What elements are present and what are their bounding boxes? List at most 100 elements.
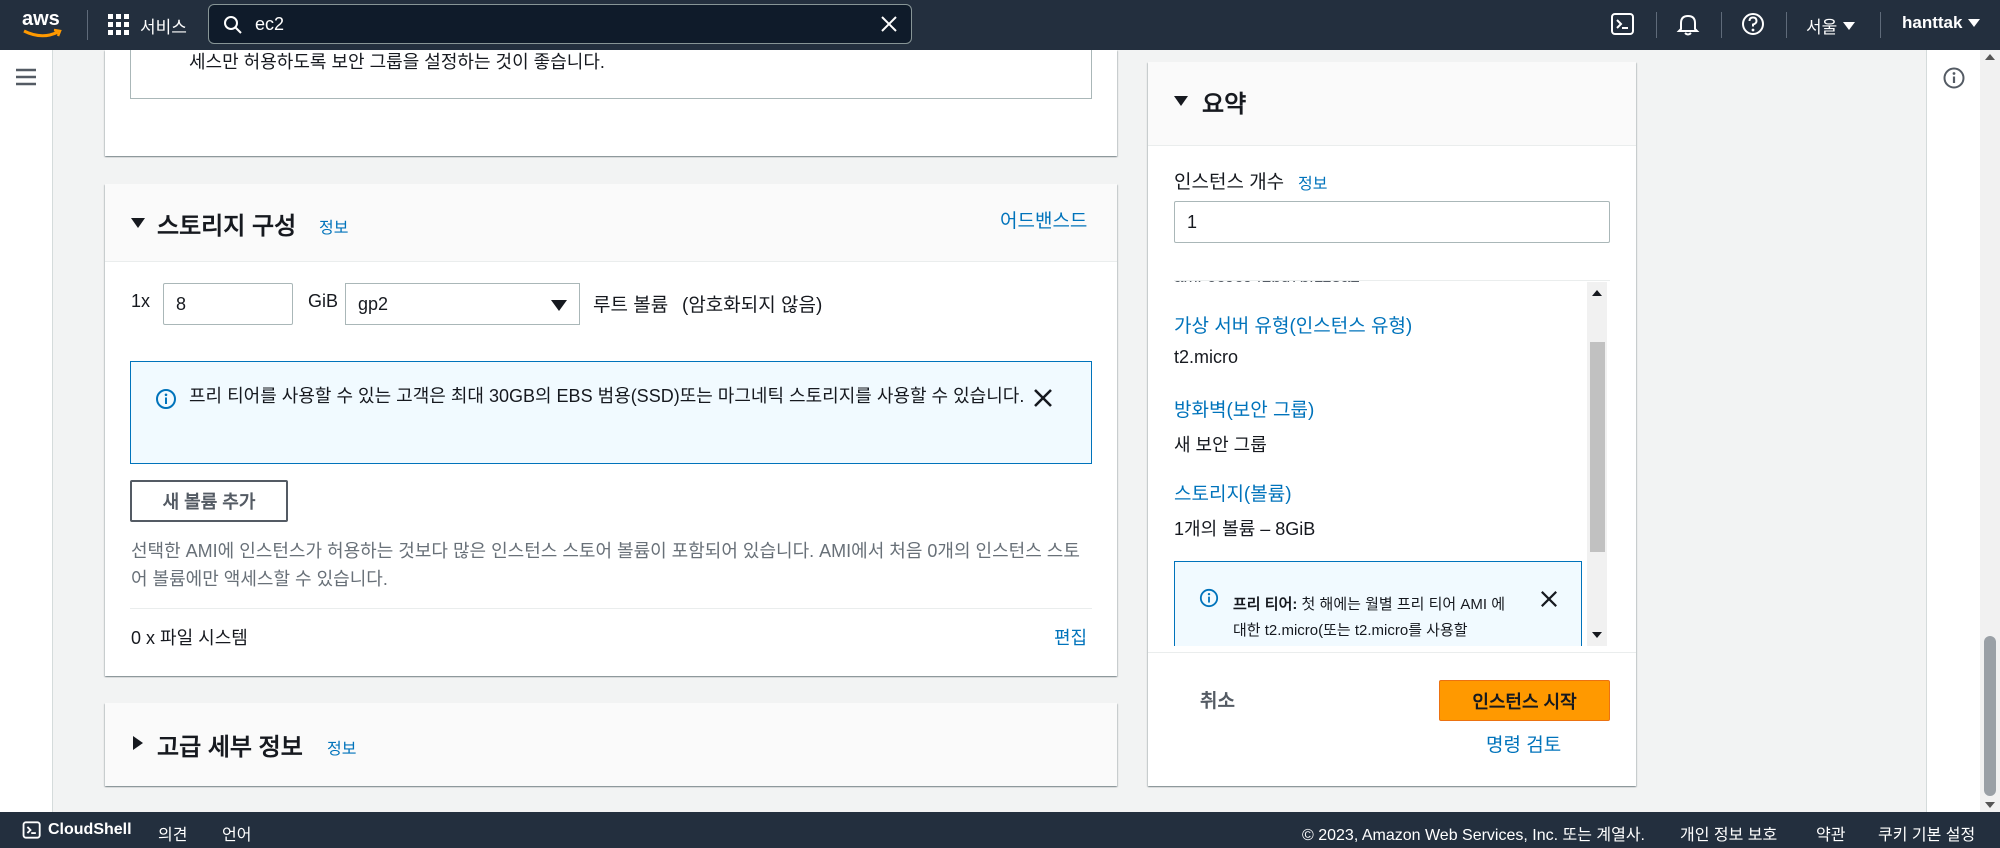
add-volume-button[interactable]: 새 볼륨 추가 <box>130 480 288 522</box>
search-icon <box>224 16 242 34</box>
aws-logo[interactable]: aws <box>22 8 66 42</box>
nav-separator <box>1656 12 1657 38</box>
filesystem-label: 0 x 파일 시스템 <box>131 628 248 648</box>
scroll-thumb[interactable] <box>1590 342 1605 552</box>
encryption-note: (암호화되지 않음) <box>682 295 823 316</box>
advanced-details-panel: 고급 세부 정보 정보 <box>105 703 1117 786</box>
page-scrollbar[interactable] <box>1980 50 2000 812</box>
caret-down-icon <box>1968 19 1981 27</box>
ami-id-value: ami-0c9c942bd7bf113a2 <box>1174 281 1360 287</box>
collapse-caret-icon[interactable] <box>131 218 145 228</box>
services-label: 서비스 <box>140 17 187 37</box>
summary-footer-divider <box>1148 652 1636 653</box>
volume-type-select[interactable]: gp2 <box>345 283 580 325</box>
scroll-down-arrow[interactable] <box>1985 802 1995 808</box>
info-icon <box>156 389 176 409</box>
info-icon[interactable] <box>1942 66 1966 90</box>
advanced-title[interactable]: 고급 세부 정보 <box>157 727 303 762</box>
top-navigation: aws 서비스 서울 hanttak <box>0 0 2000 50</box>
network-settings-panel: 세스만 허용하도록 보안 그룹을 설정하는 것이 좋습니다. <box>105 50 1117 156</box>
storage-header: 스토리지 구성 정보 어드밴스드 <box>105 184 1117 262</box>
help-icon[interactable] <box>1740 11 1766 37</box>
scroll-up-arrow[interactable] <box>1985 54 1995 60</box>
close-icon[interactable] <box>1033 388 1053 408</box>
instance-count-label: 인스턴스 개수 <box>1174 172 1285 193</box>
instance-type-link[interactable]: 가상 서버 유형(인스턴스 유형) <box>1174 311 1412 338</box>
cloudshell-icon[interactable] <box>1610 11 1636 37</box>
summary-free-tier-text-block: 프리 티어: 첫 해에는 월별 프리 티어 AMI 에 대한 t2.micro(… <box>1233 592 1513 644</box>
advanced-link[interactable]: 어드밴스드 <box>1000 206 1087 233</box>
cloudshell-link[interactable]: CloudShell <box>48 821 132 839</box>
review-commands-link[interactable]: 명령 검토 <box>1486 730 1561 757</box>
scroll-thumb[interactable] <box>1984 636 1996 796</box>
nav-separator <box>1786 12 1787 38</box>
summary-scroll-area[interactable]: ami-0c9c942bd7bf113a2 가상 서버 유형(인스턴스 유형) … <box>1174 280 1610 646</box>
chevron-down-icon <box>551 300 567 311</box>
cancel-button[interactable]: 취소 <box>1200 686 1235 713</box>
search-bar[interactable] <box>208 4 912 44</box>
cookie-preferences-link[interactable]: 쿠키 기본 설정 <box>1878 821 1975 845</box>
free-tier-alert: 프리 티어를 사용할 수 있는 고객은 최대 30GB의 EBS 범용(SSD)… <box>130 361 1092 464</box>
menu-icon[interactable] <box>14 66 38 88</box>
storage-title[interactable]: 스토리지 구성 <box>157 206 296 241</box>
launch-instance-label: 인스턴스 시작 <box>1472 691 1577 712</box>
expand-caret-icon[interactable] <box>133 736 143 750</box>
advanced-info-link[interactable]: 정보 <box>327 735 356 759</box>
nav-separator <box>1721 12 1722 38</box>
nav-separator <box>1880 12 1881 38</box>
footer: CloudShell 의견 언어 © 2023, Amazon Web Serv… <box>0 812 2000 848</box>
add-volume-label: 새 볼륨 추가 <box>162 492 256 512</box>
user-label: hanttak <box>1902 13 1963 32</box>
volume-type-value: gp2 <box>358 293 389 314</box>
services-menu[interactable]: 서비스 <box>108 12 187 38</box>
collapse-caret-icon[interactable] <box>1174 96 1188 106</box>
caret-down-icon <box>1843 21 1856 30</box>
launch-instance-button[interactable]: 인스턴스 시작 <box>1439 680 1610 721</box>
left-navigation-rail <box>0 50 53 812</box>
language-link[interactable]: 언어 <box>222 821 251 845</box>
free-tier-bold: 프리 티어: <box>1233 596 1298 613</box>
storage-info-link[interactable]: 정보 <box>319 214 348 238</box>
bell-icon[interactable] <box>1675 11 1701 37</box>
region-label: 서울 <box>1806 18 1838 37</box>
aws-smile-icon <box>23 28 62 38</box>
scroll-up-arrow[interactable] <box>1592 290 1602 296</box>
info-icon <box>1199 588 1219 608</box>
close-icon[interactable] <box>1540 590 1558 608</box>
privacy-link[interactable]: 개인 정보 보호 <box>1680 821 1777 845</box>
summary-scrollbar[interactable] <box>1587 282 1607 646</box>
ami-instance-store-note: 선택한 AMI에 인스턴스가 허용하는 것보다 많은 인스턴스 스토어 볼륨이 … <box>131 541 1080 589</box>
search-input[interactable] <box>255 11 855 37</box>
cloudshell-icon[interactable] <box>22 820 42 840</box>
firewall-link[interactable]: 방화벽(보안 그룹) <box>1174 395 1314 422</box>
security-group-hint-box: 세스만 허용하도록 보안 그룹을 설정하는 것이 좋습니다. <box>130 50 1092 99</box>
region-selector[interactable]: 서울 <box>1806 13 1856 38</box>
terms-link[interactable]: 약관 <box>1816 821 1845 845</box>
summary-header: 요약 <box>1148 62 1636 146</box>
copyright-text: © 2023, Amazon Web Services, Inc. 또는 계열사… <box>1302 827 1645 844</box>
feedback-link[interactable]: 의견 <box>158 821 187 845</box>
size-unit-label: GiB <box>308 291 339 311</box>
summary-free-tier-alert: 프리 티어: 첫 해에는 월별 프리 티어 AMI 에 대한 t2.micro(… <box>1174 561 1582 646</box>
close-icon[interactable] <box>879 14 899 34</box>
firewall-value: 새 보안 그룹 <box>1174 435 1267 455</box>
nav-divider <box>87 10 88 40</box>
root-volume-label: 루트 볼륨 <box>593 295 669 316</box>
instance-count-input[interactable] <box>1174 201 1610 243</box>
grid-icon <box>108 14 129 35</box>
storage-link[interactable]: 스토리지(볼륨) <box>1174 479 1292 506</box>
user-menu[interactable]: hanttak <box>1902 13 1981 33</box>
volume-prefix: 1x <box>131 291 151 311</box>
storage-panel: 스토리지 구성 정보 어드밴스드 1x GiB gp2 루트 볼륨 (암호화되지… <box>105 184 1117 676</box>
storage-value: 1개의 볼륨 – 8GiB <box>1174 519 1316 539</box>
filesystem-edit-link[interactable]: 편집 <box>1054 624 1087 650</box>
instance-type-value: t2.micro <box>1174 347 1239 367</box>
section-divider <box>130 608 1092 609</box>
summary-title[interactable]: 요약 <box>1202 84 1246 119</box>
security-group-hint: 세스만 허용하도록 보안 그룹을 설정하는 것이 좋습니다. <box>189 52 605 72</box>
volume-size-input[interactable] <box>163 283 293 325</box>
right-tools-rail <box>1926 50 1980 812</box>
summary-panel: 요약 인스턴스 개수 정보 ami-0c9c942bd7bf113a2 가상 서… <box>1148 62 1636 786</box>
scroll-down-arrow[interactable] <box>1592 632 1602 638</box>
instance-count-info-link[interactable]: 정보 <box>1298 170 1327 194</box>
